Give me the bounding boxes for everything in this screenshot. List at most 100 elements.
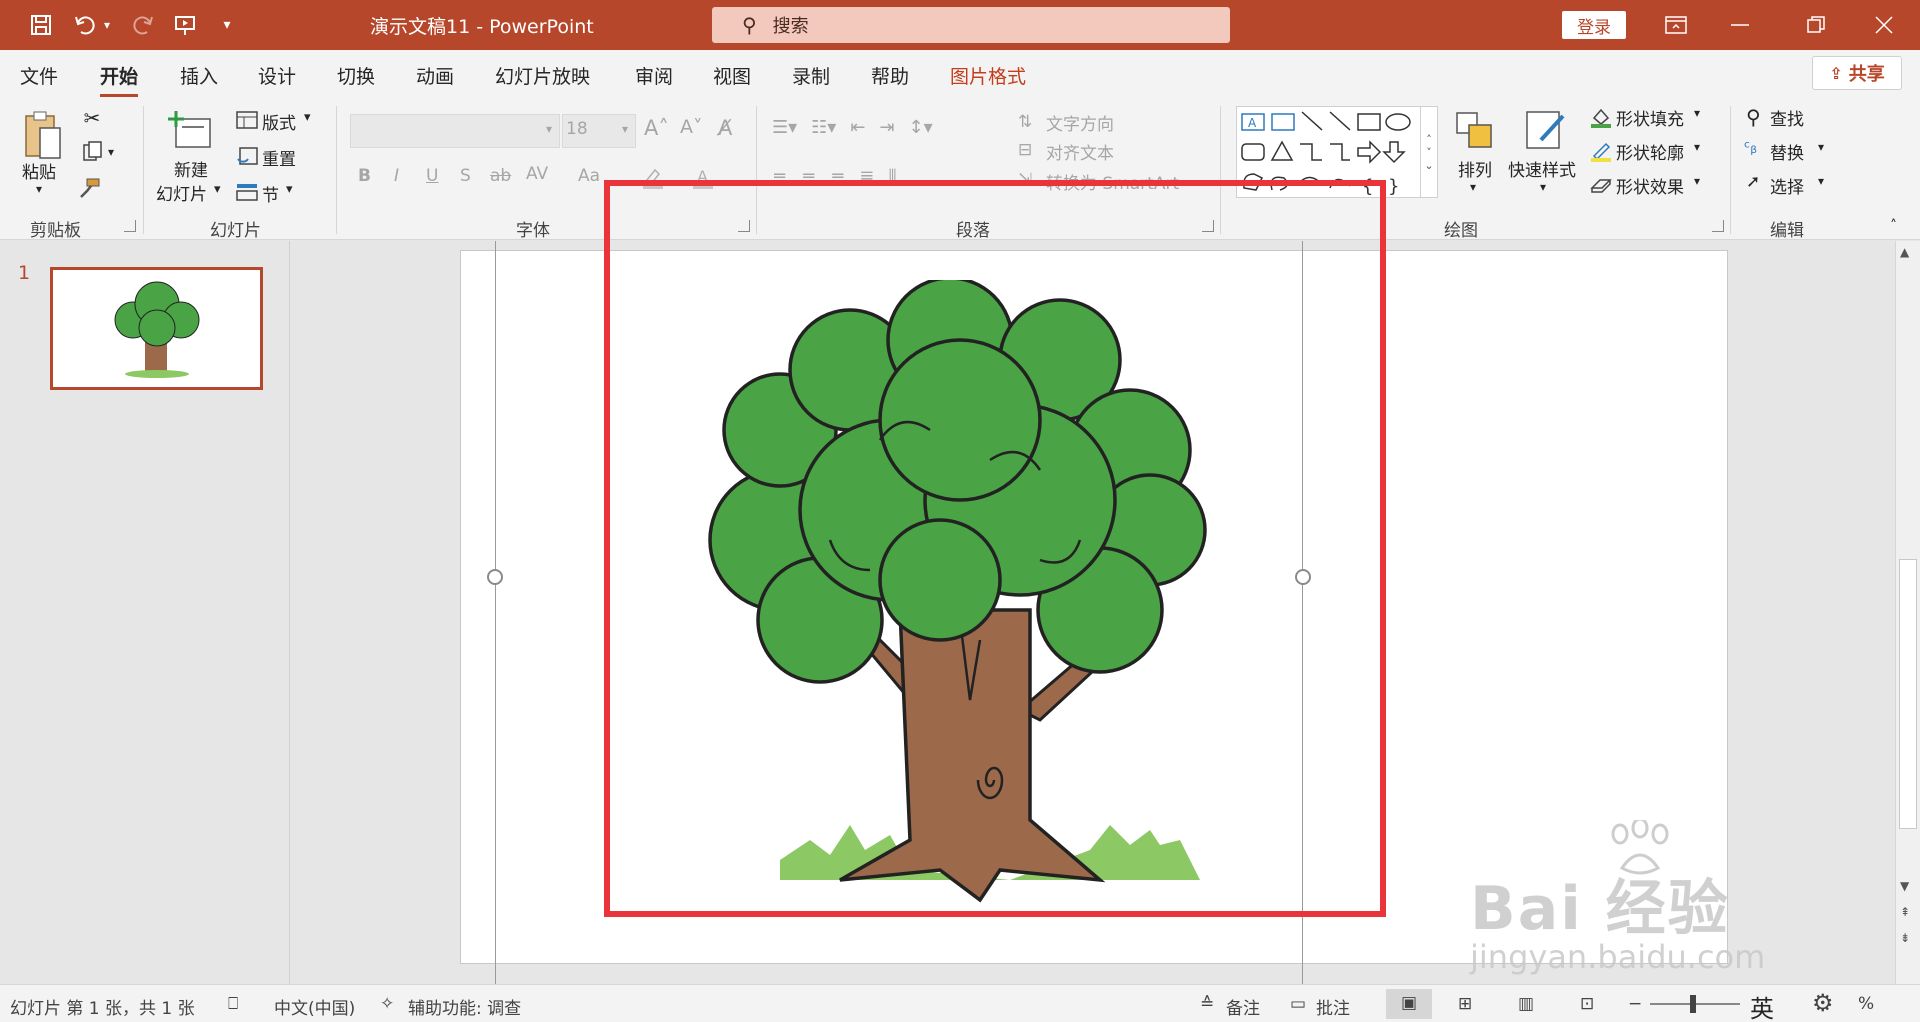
- more-icon[interactable]: ⌄: [1424, 159, 1433, 172]
- zoom-out-icon[interactable]: −: [1628, 994, 1642, 1014]
- scroll-up-icon[interactable]: ▲: [1900, 245, 1909, 259]
- font-size-dropdown-icon[interactable]: ▾: [622, 122, 628, 136]
- tab-home[interactable]: 开始: [100, 62, 139, 97]
- slideshow-icon[interactable]: ⊡: [1580, 994, 1594, 1014]
- shadow-button[interactable]: S: [460, 166, 471, 186]
- tab-record[interactable]: 录制: [792, 62, 830, 89]
- copy-icon[interactable]: ▾: [76, 140, 120, 164]
- language-indicator[interactable]: 中文(中国): [274, 994, 355, 1019]
- find-icon[interactable]: ⚲: [1746, 105, 1761, 129]
- quick-styles-icon[interactable]: [1520, 106, 1572, 156]
- ribbon-display-options-icon[interactable]: [1656, 8, 1696, 42]
- tab-animations[interactable]: 动画: [416, 62, 454, 89]
- present-from-start-icon[interactable]: [170, 10, 200, 40]
- comments-button[interactable]: 批注: [1316, 994, 1350, 1019]
- new-slide-label-line2[interactable]: 幻灯片: [156, 180, 207, 205]
- font-family-dropdown-icon[interactable]: ▾: [546, 122, 552, 136]
- scroll-up-icon[interactable]: ˄: [1426, 133, 1432, 146]
- font-family-combo[interactable]: [350, 114, 560, 148]
- close-icon[interactable]: [1864, 8, 1904, 42]
- decrease-indent-icon[interactable]: ⇤: [850, 117, 865, 138]
- increase-indent-icon[interactable]: ⇥: [879, 117, 894, 138]
- quick-styles-dropdown-icon[interactable]: ▾: [1540, 180, 1546, 194]
- section-button[interactable]: 节: [262, 181, 279, 206]
- previous-slide-icon[interactable]: ⇞: [1900, 905, 1910, 919]
- tab-picture-format[interactable]: 图片格式: [950, 62, 1026, 89]
- change-case-button[interactable]: Aa: [578, 166, 600, 186]
- undo-icon[interactable]: [70, 10, 100, 40]
- shape-effects-icon[interactable]: [1590, 174, 1612, 196]
- undo-dropdown-icon[interactable]: ▾: [100, 10, 114, 40]
- decrease-font-icon[interactable]: A˅: [680, 116, 703, 138]
- vertical-scrollbar[interactable]: ▲ ▼ ⇞ ⇟: [1895, 241, 1920, 984]
- align-text-button[interactable]: 对齐文本: [1046, 139, 1114, 164]
- share-button[interactable]: ⇪ 共享: [1812, 56, 1902, 90]
- tab-transitions[interactable]: 切换: [337, 62, 375, 89]
- scroll-down-icon[interactable]: ▼: [1900, 879, 1909, 893]
- italic-button[interactable]: I: [394, 166, 399, 186]
- save-icon[interactable]: [26, 10, 56, 40]
- notes-button[interactable]: 备注: [1226, 994, 1260, 1019]
- shapes-scroll[interactable]: ˄ ˅ ⌄: [1420, 106, 1438, 198]
- resize-handle-left[interactable]: [487, 569, 503, 585]
- tab-view[interactable]: 视图: [713, 62, 751, 89]
- line-spacing-icon[interactable]: ↕▾: [909, 117, 933, 138]
- select-button[interactable]: 选择: [1770, 173, 1804, 198]
- login-button[interactable]: 登录: [1562, 11, 1626, 39]
- zoom-percent[interactable]: %: [1858, 994, 1874, 1014]
- bold-button[interactable]: B: [358, 166, 371, 186]
- increase-font-icon[interactable]: A˄: [644, 116, 669, 140]
- underline-button[interactable]: U: [426, 166, 438, 186]
- replace-icon[interactable]: ᶜᵦ: [1744, 138, 1757, 158]
- reset-icon[interactable]: [236, 146, 258, 166]
- comments-icon[interactable]: ▭: [1290, 994, 1306, 1014]
- arrange-button[interactable]: 排列: [1458, 156, 1492, 181]
- section-dropdown-icon[interactable]: ▾: [286, 182, 293, 197]
- accessibility-status[interactable]: 辅助功能: 调查: [408, 994, 521, 1019]
- layout-icon[interactable]: [236, 110, 258, 130]
- spellcheck-icon[interactable]: ⎕: [228, 994, 238, 1014]
- reading-view-icon[interactable]: ▥: [1518, 994, 1534, 1014]
- shape-outline-icon[interactable]: [1590, 140, 1612, 162]
- tab-insert[interactable]: 插入: [180, 62, 218, 89]
- tab-review[interactable]: 审阅: [635, 62, 673, 89]
- shape-effects-dropdown-icon[interactable]: ▾: [1694, 174, 1700, 188]
- layout-dropdown-icon[interactable]: ▾: [304, 110, 311, 125]
- replace-button[interactable]: 替换: [1770, 139, 1804, 164]
- redo-icon[interactable]: [128, 10, 158, 40]
- text-direction-icon[interactable]: ⇅: [1018, 112, 1032, 132]
- collapse-ribbon-icon[interactable]: ˄: [1890, 218, 1897, 234]
- normal-view-icon[interactable]: ▣: [1386, 989, 1432, 1019]
- customize-toolbar-icon[interactable]: ▾: [212, 10, 242, 40]
- shape-effects-button[interactable]: 形状效果: [1616, 173, 1684, 198]
- shape-fill-dropdown-icon[interactable]: ▾: [1694, 106, 1700, 120]
- shape-outline-button[interactable]: 形状轮廓: [1616, 139, 1684, 164]
- find-button[interactable]: 查找: [1770, 105, 1804, 130]
- clipboard-launcher-icon[interactable]: [124, 220, 136, 232]
- strikethrough-button[interactable]: ab: [490, 166, 511, 186]
- search-input[interactable]: ⚲ 搜索: [712, 7, 1230, 43]
- scroll-thumb[interactable]: [1899, 559, 1917, 829]
- quick-styles-button[interactable]: 快速样式: [1508, 156, 1576, 181]
- arrange-dropdown-icon[interactable]: ▾: [1470, 180, 1476, 194]
- slide-thumbnail[interactable]: [50, 267, 263, 390]
- drawing-launcher-icon[interactable]: [1712, 220, 1724, 232]
- select-dropdown-icon[interactable]: ▾: [1818, 174, 1824, 188]
- ime-indicator[interactable]: 英: [1750, 989, 1774, 1022]
- cut-icon[interactable]: ✂: [80, 106, 104, 130]
- restore-icon[interactable]: [1796, 8, 1836, 42]
- align-text-icon[interactable]: ⊟: [1018, 140, 1032, 160]
- minimize-icon[interactable]: [1720, 8, 1760, 42]
- paste-icon[interactable]: [20, 108, 64, 164]
- shape-outline-dropdown-icon[interactable]: ▾: [1694, 140, 1700, 154]
- gear-icon[interactable]: ⚙: [1812, 989, 1834, 1017]
- tab-slideshow[interactable]: 幻灯片放映: [495, 62, 590, 89]
- new-slide-label-line1[interactable]: 新建: [174, 156, 208, 181]
- tab-file[interactable]: 文件: [20, 62, 58, 89]
- shape-fill-icon[interactable]: [1590, 106, 1612, 128]
- scroll-down-icon[interactable]: ˅: [1426, 146, 1432, 159]
- slide-sorter-icon[interactable]: ⊞: [1458, 994, 1472, 1014]
- select-icon[interactable]: ➚: [1746, 172, 1760, 192]
- accessibility-icon[interactable]: ✧: [380, 994, 394, 1014]
- tab-help[interactable]: 帮助: [871, 62, 909, 89]
